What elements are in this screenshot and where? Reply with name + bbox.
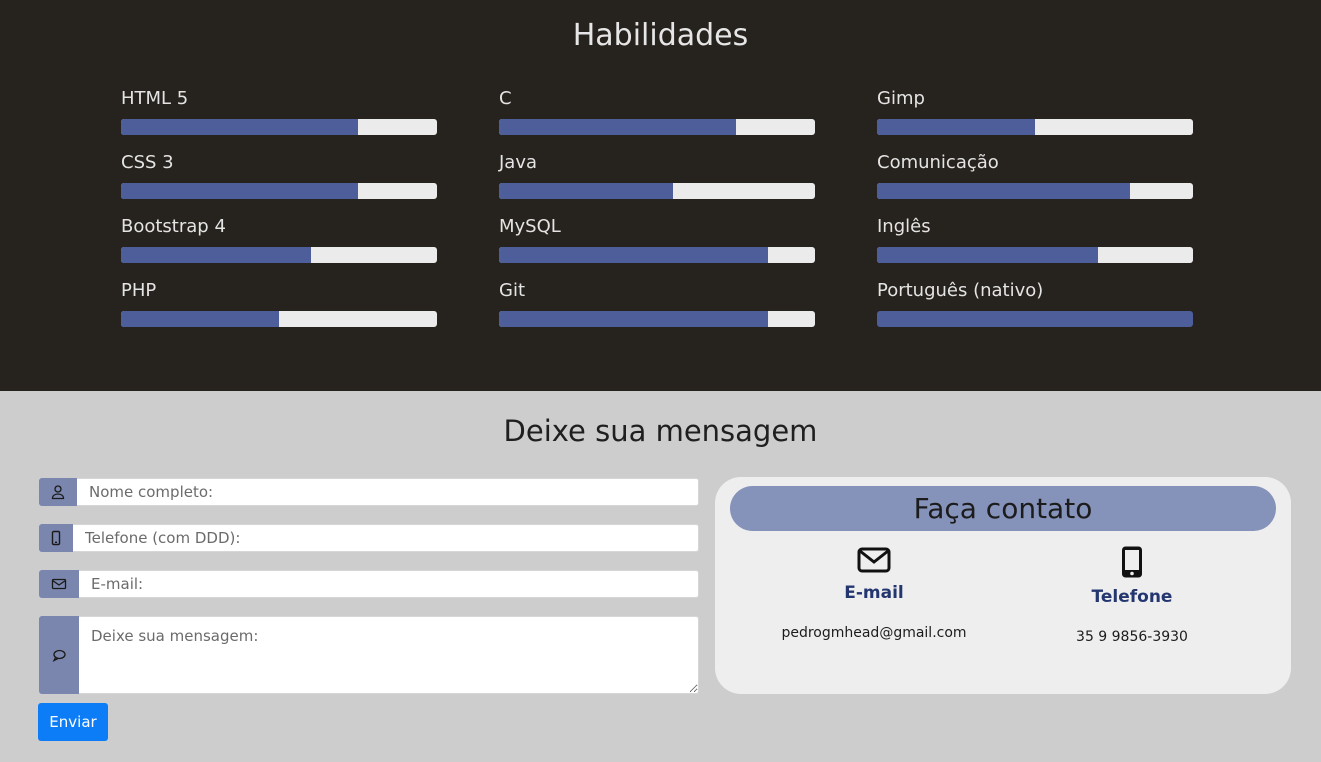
skill-item: Java xyxy=(499,152,815,199)
skill-item: C xyxy=(499,88,815,135)
skill-item: Git xyxy=(499,280,815,327)
phone-icon xyxy=(39,524,73,552)
envelope-icon xyxy=(857,547,891,573)
skill-progress-bar xyxy=(877,247,1193,263)
contact-phone: Telefone 35 9 9856-3930 xyxy=(1002,545,1262,645)
skill-item: Inglês xyxy=(877,216,1193,263)
skill-progress-fill xyxy=(121,183,358,199)
skill-label: MySQL xyxy=(499,216,561,237)
phone-input[interactable] xyxy=(73,524,699,552)
skill-item: PHP xyxy=(121,280,437,327)
skill-progress-bar xyxy=(499,247,815,263)
skill-progress-fill xyxy=(877,311,1193,327)
speech-bubble-icon xyxy=(39,616,79,694)
skill-label: Java xyxy=(499,152,538,173)
skill-label: PHP xyxy=(121,280,157,301)
skill-progress-bar xyxy=(121,247,437,263)
skill-item: MySQL xyxy=(499,216,815,263)
email-field-group xyxy=(39,570,699,598)
contact-phone-value: 35 9 9856-3930 xyxy=(1076,629,1188,645)
skill-label: Português (nativo) xyxy=(877,280,1044,301)
envelope-icon xyxy=(39,570,79,598)
skill-item: CSS 3 xyxy=(121,152,437,199)
skill-progress-fill xyxy=(499,311,768,327)
skill-progress-bar xyxy=(499,311,815,327)
skill-progress-fill xyxy=(877,247,1099,263)
message-textarea[interactable] xyxy=(79,616,699,694)
skills-title: Habilidades xyxy=(572,18,749,53)
skill-item: Comunicação xyxy=(877,152,1193,199)
skill-progress-bar xyxy=(877,183,1193,199)
skill-progress-fill xyxy=(499,183,673,199)
message-field-group xyxy=(39,616,699,694)
contact-phone-title: Telefone xyxy=(1091,587,1173,607)
phone-field-group xyxy=(39,524,699,552)
skill-progress-fill xyxy=(499,119,736,135)
skill-progress-bar xyxy=(121,311,437,327)
skill-progress-bar xyxy=(121,183,437,199)
skill-progress-bar xyxy=(877,119,1193,135)
message-title: Deixe sua mensagem xyxy=(503,414,818,448)
skill-label: Bootstrap 4 xyxy=(121,216,226,237)
contact-title: Faça contato xyxy=(730,486,1276,531)
skill-label: HTML 5 xyxy=(121,88,189,109)
skill-progress-bar xyxy=(121,119,437,135)
skill-progress-fill xyxy=(121,311,279,327)
skill-label: Comunicação xyxy=(877,152,999,173)
name-field-group xyxy=(39,478,699,506)
skill-progress-bar xyxy=(877,311,1193,327)
contact-card: Faça contato E-mail pedrogmhead@gmail.co… xyxy=(715,477,1291,694)
skill-label: C xyxy=(499,88,512,109)
skill-label: Inglês xyxy=(877,216,931,237)
skill-item: Gimp xyxy=(877,88,1193,135)
skill-progress-bar xyxy=(499,183,815,199)
send-button[interactable]: Enviar xyxy=(38,703,108,741)
skill-progress-fill xyxy=(121,247,311,263)
mobile-phone-icon xyxy=(1122,546,1142,578)
email-input[interactable] xyxy=(79,570,699,598)
contact-email-title: E-mail xyxy=(844,583,904,603)
user-icon xyxy=(39,478,77,506)
skills-section: Habilidades HTML 5 C Gimp CSS 3 Java Comunica… xyxy=(0,0,1321,391)
contact-email: E-mail pedrogmhead@gmail.com xyxy=(744,545,1004,641)
skill-item: HTML 5 xyxy=(121,88,437,135)
skill-item: Português (nativo) xyxy=(877,280,1193,327)
skill-label: Git xyxy=(499,280,526,301)
contact-email-value: pedrogmhead@gmail.com xyxy=(781,625,967,641)
name-input[interactable] xyxy=(77,478,699,506)
skill-progress-fill xyxy=(121,119,358,135)
skill-progress-fill xyxy=(877,183,1130,199)
skill-item: Bootstrap 4 xyxy=(121,216,437,263)
skill-progress-fill xyxy=(877,119,1035,135)
skill-label: CSS 3 xyxy=(121,152,174,173)
skill-progress-bar xyxy=(499,119,815,135)
skill-progress-fill xyxy=(499,247,768,263)
skill-label: Gimp xyxy=(877,88,925,109)
